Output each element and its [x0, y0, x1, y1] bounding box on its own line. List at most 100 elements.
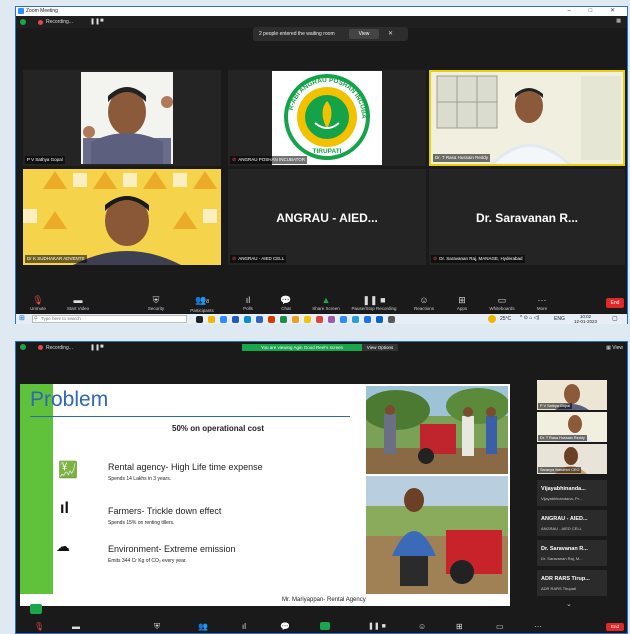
microphone-muted-icon[interactable]: 🎙	[34, 622, 44, 631]
point-detail: Emits 344 Cr Kg of CO₂ every year.	[108, 558, 187, 564]
sidebar-tile-aied-cell[interactable]: ANGRAU - AIED... ANGRAU - AIED CELL	[537, 510, 607, 536]
annotate-pen-icon[interactable]	[30, 604, 42, 614]
close-icon[interactable]: ✕	[388, 30, 393, 37]
polls-button[interactable]: ıl Polls	[228, 295, 268, 311]
participant-name: Dr K SUDHAKAR ADVENTS	[25, 255, 87, 263]
app-icon[interactable]	[340, 315, 347, 323]
chevron-down-icon[interactable]: ⌄	[566, 600, 572, 608]
excel-icon[interactable]	[280, 315, 287, 323]
folder-icon[interactable]	[292, 315, 299, 323]
start-video-button[interactable]: ▬ Start Video	[58, 295, 98, 311]
pause-stop-recording-button[interactable]: ❚❚ ■ Pause/Stop Recording	[346, 295, 402, 311]
windows-start-icon[interactable]: ⊞	[19, 315, 25, 323]
end-meeting-button[interactable]: End	[606, 298, 624, 308]
view-menu[interactable]: ▦	[616, 18, 621, 24]
reactions-button[interactable]: ☺ Reactions	[404, 295, 444, 311]
app-icon[interactable]	[328, 315, 335, 323]
photo-caption-footer: Mr. Mariyappan- Rental Agency	[282, 597, 366, 603]
participant-name: Saranya Nandhini CEO	[538, 467, 582, 473]
participant-name: ANGRAU - AIED CELL	[541, 526, 582, 531]
pause-icon[interactable]: ❚❚	[90, 18, 100, 25]
more-icon[interactable]: ···	[534, 622, 542, 631]
app-icon[interactable]	[376, 315, 383, 323]
stop-icon[interactable]: ■	[100, 344, 104, 350]
edge-icon[interactable]	[244, 315, 251, 323]
system-tray-icons[interactable]: ^ ⊙ ⌂ ◁)	[520, 315, 539, 321]
slide-subtitle: 50% on operational cost	[172, 424, 265, 433]
participants-button[interactable]: 👥8 Participants	[182, 295, 222, 313]
title-underline	[30, 416, 350, 417]
participant-name: P V Sathya Gopal	[25, 156, 65, 164]
powerpoint-icon[interactable]	[268, 315, 275, 323]
smiley-icon[interactable]: ☺	[418, 622, 426, 631]
chat-icon: 💬	[280, 295, 292, 305]
chat-button[interactable]: 💬 Chat	[266, 295, 306, 311]
whiteboards-button[interactable]: ▭ Whiteboards	[482, 295, 522, 311]
view-waiting-room-button[interactable]: View	[349, 29, 379, 39]
waiting-room-text: 2 people entered the waiting room	[259, 31, 335, 37]
security-button[interactable]: ⛨ Security	[136, 295, 176, 311]
stop-icon[interactable]: ■	[100, 18, 104, 24]
more-button[interactable]: ··· More	[522, 295, 562, 311]
pause-icon[interactable]: ❚❚	[90, 344, 100, 351]
shield-icon[interactable]: ⛨	[154, 622, 160, 632]
view-options-button[interactable]: View Options	[362, 344, 398, 351]
app-icon[interactable]	[364, 315, 371, 323]
end-meeting-button[interactable]: End	[606, 623, 624, 631]
weather-icon[interactable]	[488, 315, 496, 323]
whiteboard-icon: ▭	[497, 295, 507, 305]
sidebar-tile-saravanan[interactable]: Dr. Saravanan R... Dr. Saravanan Raj, M.…	[537, 540, 607, 566]
shield-icon[interactable]	[20, 19, 26, 25]
video-tile-aied-cell[interactable]: ANGRAU - AIED... ⊘ ANGRAU - AIED CELL	[228, 169, 426, 265]
window-controls[interactable]: – □ ✕	[568, 7, 623, 14]
language-indicator[interactable]: ENG	[554, 316, 565, 322]
temperature: 25°C	[500, 316, 512, 322]
unmute-button[interactable]: 🎙 Unmute	[18, 295, 58, 311]
record-icon	[38, 19, 43, 25]
share-screen-icon[interactable]	[320, 622, 330, 630]
taskbar-clock[interactable]: 10:02 12-01-2023	[574, 314, 597, 324]
slide-title: Problem	[30, 388, 109, 411]
trend-bars-icon: ıl	[60, 500, 69, 517]
video-tile-rasa-hussain-active[interactable]: Dr. T Rasa Hussain Reddy	[429, 70, 625, 166]
video-camera-icon[interactable]: ▬	[72, 622, 80, 631]
whiteboard-icon[interactable]: ▭	[496, 622, 504, 631]
sidebar-video-saranya[interactable]: Saranya Nandhini CEO	[537, 444, 607, 474]
video-tile-poshan-incubator[interactable]: R-ABI ANGRAU POSHAN INCUBATOR TIRUPATI ⊘…	[228, 70, 426, 166]
video-tile-saravanan[interactable]: Dr. Saravanan R... ⊘ Dr. Saravanan Raj, M…	[429, 169, 625, 265]
polls-icon[interactable]: ıl	[242, 622, 246, 631]
participant-display-name: Dr. Saravanan R...	[475, 211, 579, 225]
sidebar-tile-vijayabhinanda[interactable]: Vijayabhinanda... Vijayabhinandana, Pr..…	[537, 480, 607, 506]
store-icon[interactable]	[256, 315, 263, 323]
app-icon[interactable]	[352, 315, 359, 323]
sidebar-tile-adr-rars[interactable]: ADR RARS Tirup... ADR RARS Tirupati	[537, 570, 607, 596]
meeting-toolbar: 🎙 Unmute ▬ Start Video ⛨ Security 👥8 Partici…	[16, 292, 627, 314]
file-explorer-icon[interactable]	[208, 315, 215, 323]
view-menu[interactable]: ▦ View	[606, 345, 623, 351]
zoom-app-icon	[18, 8, 24, 14]
word-icon[interactable]	[232, 315, 239, 323]
recording-controls-icon[interactable]: ❚❚ ■	[368, 622, 386, 630]
video-tile-sathya[interactable]: P V Sathya Gopal	[23, 70, 221, 166]
sidebar-video-rasa[interactable]: Dr. T Rasa Hussain Reddy	[537, 412, 607, 442]
notifications-icon[interactable]: ▢	[612, 315, 618, 322]
video-camera-icon: ▬	[73, 295, 83, 305]
shield-icon[interactable]	[20, 344, 26, 350]
sticky-notes-icon[interactable]	[304, 315, 311, 323]
apps-button[interactable]: ⊞ Apps	[442, 295, 482, 311]
participant-name: ⊘ ANGRAU - AIED CELL	[230, 255, 287, 263]
sidebar-video-sathya[interactable]: P V Sathya Gopal	[537, 380, 607, 410]
participant-name: ADR RARS Tirupati	[541, 586, 576, 591]
taskbar-search-input[interactable]: ⚲ Type here to search	[32, 315, 187, 323]
task-view-icon[interactable]	[196, 315, 203, 323]
zoom-taskbar-icon[interactable]	[220, 315, 227, 323]
video-tile-sudhakar[interactable]: Dr K SUDHAKAR ADVENTS	[23, 169, 221, 265]
svg-text:TIRUPATI: TIRUPATI	[312, 148, 341, 155]
chat-icon[interactable]: 💬	[280, 622, 290, 631]
share-screen-button[interactable]: ▲ Share Screen	[306, 295, 346, 311]
app-icon[interactable]	[388, 315, 395, 323]
emission-icon: ☁	[56, 538, 70, 554]
participants-icon[interactable]: 👥	[198, 622, 208, 631]
apps-icon[interactable]: ⊞	[456, 622, 463, 631]
chrome-icon[interactable]	[316, 315, 323, 323]
